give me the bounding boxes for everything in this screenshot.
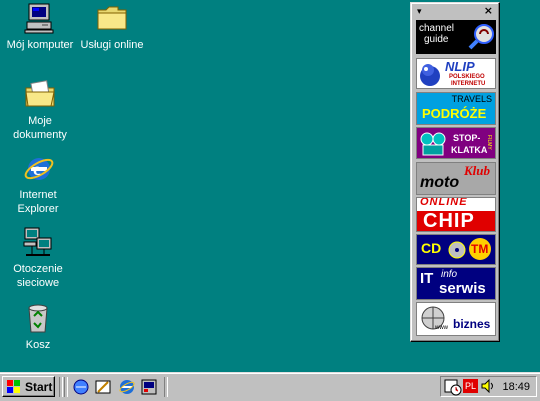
clock[interactable]: 18:49 xyxy=(502,381,530,393)
channel-guide-line1: channel xyxy=(419,23,455,34)
taskbar: Start PL 18:49 xyxy=(0,372,540,401)
desktop-icon-online-services[interactable]: Usługi online xyxy=(74,2,150,52)
film-reel-icon xyxy=(420,132,446,156)
channel-guide-button[interactable]: channel guide xyxy=(416,20,496,54)
language-label: PL xyxy=(464,381,476,391)
nlip-title: NLIP xyxy=(445,59,475,74)
recycle-bin-icon xyxy=(22,302,54,334)
desktop-icon-label: Kosz xyxy=(25,339,51,351)
channel-nlip[interactable]: NLIP POLSKIEGO INTERNETU xyxy=(416,58,496,89)
nlip-sub2: INTERNETU xyxy=(451,81,486,87)
moto-script: Klub xyxy=(464,163,491,178)
channel-guide-line2: guide xyxy=(424,34,449,45)
stop-klatka-line2: KLATKA xyxy=(451,145,488,155)
taskbar-separator xyxy=(164,377,168,397)
desktop: Mój komputer Usługi online Moje dokument… xyxy=(0,0,540,372)
desktop-icon-network-neighborhood[interactable]: Otoczenie sieciowe xyxy=(0,226,76,290)
moto-title: moto xyxy=(420,174,460,191)
channels-icon[interactable] xyxy=(140,378,158,396)
desktop-icon-label: Moje dokumenty xyxy=(13,115,67,141)
taskbar-separator xyxy=(64,377,68,397)
desktop-icon-recycle-bin[interactable]: Kosz xyxy=(0,302,76,352)
tm-label: TM xyxy=(471,242,489,256)
chip-title: CHIP xyxy=(423,210,475,232)
channel-it-serwis[interactable]: IT info serwis xyxy=(416,267,496,300)
desktop-icon-label: Otoczenie sieciowe xyxy=(13,263,63,289)
cd-disc-icon xyxy=(448,241,466,259)
dropdown-arrow-icon[interactable]: ▾ xyxy=(417,6,422,18)
network-icon xyxy=(22,226,54,258)
channel-chip[interactable]: ONLINE CHIP xyxy=(416,197,496,232)
cd-label: CD xyxy=(421,240,442,256)
desktop-icon-my-documents[interactable]: Moje dokumenty xyxy=(2,78,78,142)
magnifier-icon xyxy=(468,24,494,50)
start-button[interactable]: Start xyxy=(2,376,55,397)
desktop-icon-label: Mój komputer xyxy=(6,39,74,51)
nlip-sub1: POLSKIEGO xyxy=(449,74,485,80)
biznes-title: biznes xyxy=(453,317,491,331)
scheduler-icon[interactable] xyxy=(444,378,462,396)
system-tray: PL 18:49 xyxy=(440,376,537,397)
channel-moto-klub[interactable]: moto Klub xyxy=(416,162,496,195)
close-icon[interactable]: × xyxy=(484,5,493,17)
channel-podroze[interactable]: TRAVELS PODRÓŻE xyxy=(416,92,496,125)
desktop-icon-label: Usługi online xyxy=(80,39,144,51)
language-indicator[interactable]: PL xyxy=(463,379,478,393)
documents-folder-icon xyxy=(24,78,56,110)
windows-logo-icon xyxy=(7,380,20,393)
internet-explorer-icon: e xyxy=(22,152,54,184)
it-info: info xyxy=(441,269,458,280)
svg-text:e: e xyxy=(33,159,41,179)
desktop-icon-my-computer[interactable]: Mój komputer xyxy=(2,2,78,52)
desktop-icon-label: Internet Explorer xyxy=(17,189,59,215)
nlip-mascot-icon xyxy=(420,64,440,86)
channel-bar-titlebar: ▾ × xyxy=(415,5,495,18)
show-desktop-icon[interactable] xyxy=(72,378,90,396)
it-serwis: serwis xyxy=(439,280,486,297)
chip-online: ONLINE xyxy=(420,197,468,208)
podroze-title: PODRÓŻE xyxy=(422,106,487,121)
channel-biznes[interactable]: www biznes xyxy=(416,302,496,336)
channel-bar: ▾ × channel guide NLIP POLSKIEGO INTERNE… xyxy=(410,2,500,342)
computer-icon xyxy=(24,2,56,34)
stop-klatka-side: FILMY xyxy=(486,135,492,150)
desktop-icon-internet-explorer[interactable]: e Internet Explorer xyxy=(0,152,76,216)
start-label: Start xyxy=(25,380,53,394)
channel-stop-klatka[interactable]: STOP- KLATKA FILMY xyxy=(416,127,496,159)
folder-icon xyxy=(96,2,128,34)
stop-klatka-line1: STOP- xyxy=(453,133,481,143)
biznes-www: www xyxy=(435,325,448,331)
volume-icon[interactable] xyxy=(481,379,495,393)
outlook-express-icon[interactable] xyxy=(94,378,112,396)
podroze-top: TRAVELS xyxy=(451,94,492,104)
it-label: IT xyxy=(420,270,434,287)
taskbar-separator xyxy=(59,377,63,397)
channel-cd-tm[interactable]: CD TM xyxy=(416,234,496,265)
internet-explorer-quick-icon[interactable] xyxy=(118,378,136,396)
